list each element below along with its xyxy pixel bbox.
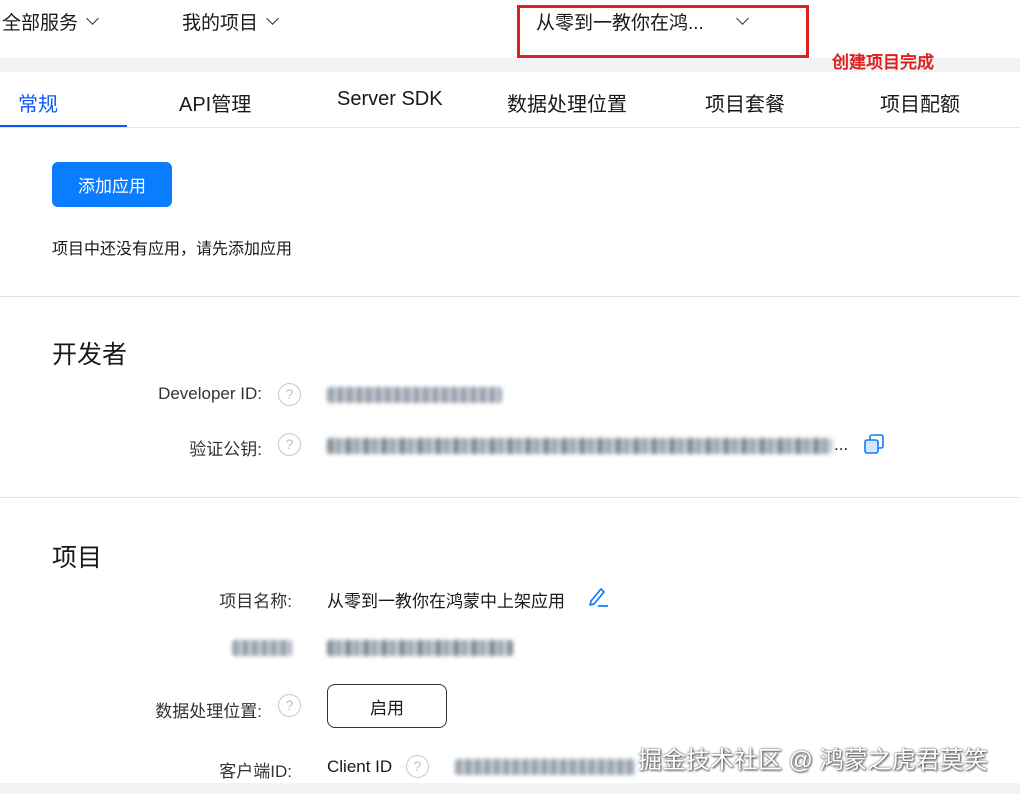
client-id-label: 客户端ID: (219, 762, 292, 781)
developer-id-value-redacted (327, 387, 502, 403)
my-projects-dropdown[interactable]: 我的项目 (182, 8, 279, 35)
watermark: 掘金技术社区 @ 鸿蒙之虎君莫笑 (638, 747, 988, 774)
data-location-label: 数据处理位置: (155, 702, 262, 721)
all-services-label: 全部服务 (2, 13, 79, 34)
public-key-label: 验证公钥: (189, 440, 262, 459)
public-key-value-redacted (327, 438, 832, 454)
client-id-value-redacted (455, 759, 635, 775)
enable-button[interactable]: 启用 (327, 684, 447, 728)
help-icon[interactable]: ? (278, 433, 301, 456)
tab-project-quota[interactable]: 项目配额 (880, 88, 960, 117)
annotation-text: 创建项目完成 (832, 53, 934, 72)
chevron-down-icon (86, 12, 99, 25)
tab-general[interactable]: 常规 (18, 88, 58, 117)
chevron-down-icon (266, 12, 279, 25)
help-icon[interactable]: ? (278, 694, 301, 717)
edit-pencil-icon[interactable] (586, 584, 610, 608)
apps-section: 添加应用 项目中还没有应用，请先添加应用 (0, 128, 1020, 296)
add-app-button[interactable]: 添加应用 (52, 162, 172, 207)
tab-project-package[interactable]: 项目套餐 (705, 88, 785, 117)
tab-data-location[interactable]: 数据处理位置 (507, 88, 627, 117)
project-name-value: 从零到一教你在鸿蒙中上架应用 (327, 592, 565, 611)
copy-icon[interactable] (863, 433, 885, 455)
my-projects-label: 我的项目 (182, 13, 259, 34)
active-tab-indicator (0, 125, 127, 127)
project-section-title: 项目 (52, 544, 103, 572)
help-icon[interactable]: ? (406, 755, 429, 778)
public-key-ellipsis: ... (834, 435, 849, 454)
tab-api-management[interactable]: API管理 (179, 88, 251, 117)
developer-section: 开发者 Developer ID: ? 验证公钥: ? ... (0, 297, 1020, 497)
tab-server-sdk[interactable]: Server SDK (337, 88, 443, 111)
project-id-value-redacted (327, 640, 513, 656)
developer-id-label: Developer ID: (158, 384, 262, 403)
empty-apps-hint: 项目中还没有应用，请先添加应用 (52, 241, 293, 258)
highlight-box (517, 5, 809, 58)
developer-section-title: 开发者 (52, 341, 128, 369)
project-name-label: 项目名称: (219, 592, 292, 611)
client-id-prefix: Client ID (327, 757, 393, 776)
project-id-label-redacted (232, 640, 292, 656)
help-icon[interactable]: ? (278, 383, 301, 406)
tab-bar: 常规 API管理 Server SDK 数据处理位置 项目套餐 项目配额 (0, 72, 1020, 128)
all-services-dropdown[interactable]: 全部服务 (2, 8, 99, 35)
